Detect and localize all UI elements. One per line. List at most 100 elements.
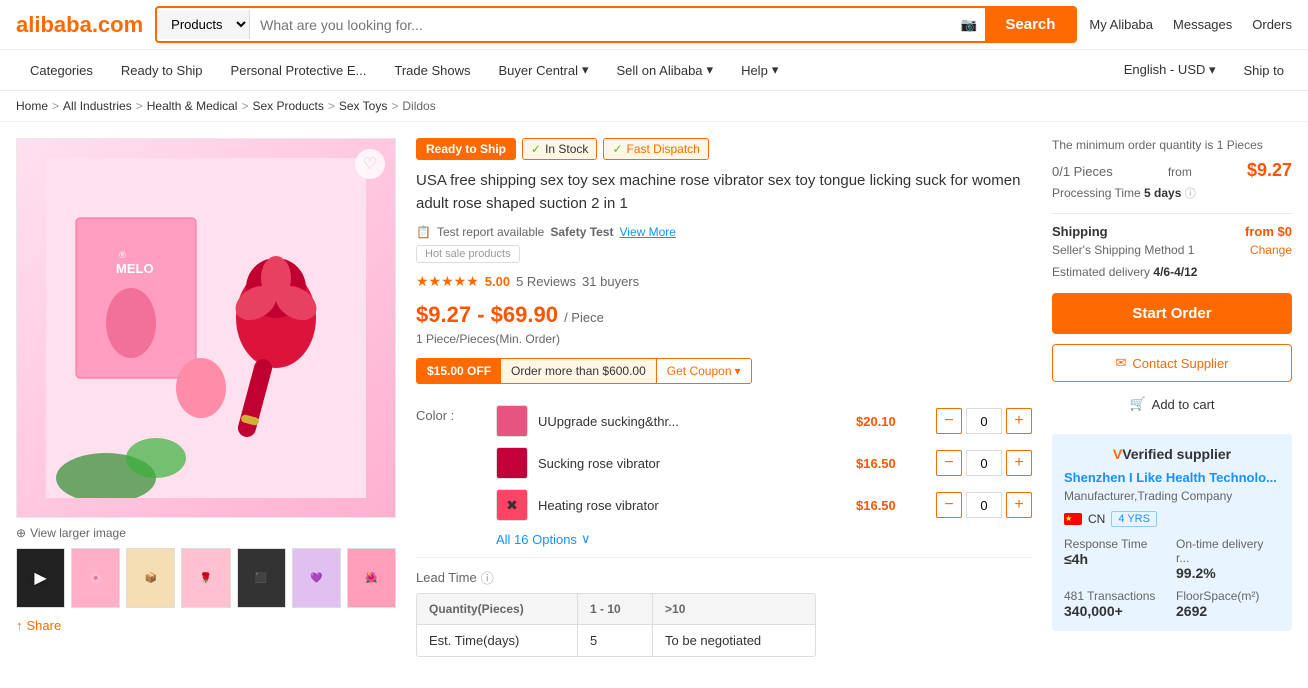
coupon-off-label: $15.00 OFF bbox=[417, 359, 501, 383]
camera-search-button[interactable]: 📷 bbox=[953, 11, 986, 39]
review-count: 5 Reviews bbox=[516, 274, 576, 289]
qty-increase-3[interactable]: + bbox=[1006, 492, 1032, 518]
estimated-delivery: Estimated delivery 4/6-4/12 bbox=[1052, 265, 1292, 279]
min-qty-text: The minimum order quantity is 1 Pieces bbox=[1052, 138, 1292, 152]
product-badges: Ready to Ship ✓ In Stock ✓ Fast Dispatch bbox=[416, 138, 1032, 160]
breadcrumb-industries[interactable]: All Industries bbox=[63, 99, 132, 113]
product-images-panel: MELO ® bbox=[16, 138, 396, 657]
lead-time-section: Lead Time ⓘ Quantity(Pieces) 1 - 10 >10 … bbox=[416, 568, 1032, 657]
color-option-2: Sucking rose vibrator $16.50 − + bbox=[496, 442, 1032, 484]
share-button[interactable]: ↑ Share bbox=[16, 618, 396, 633]
breadcrumb-sex-products[interactable]: Sex Products bbox=[252, 99, 323, 113]
qty-decrease-2[interactable]: − bbox=[936, 450, 962, 476]
main-product-image: MELO ® bbox=[16, 138, 396, 518]
product-image-display: MELO ® bbox=[17, 139, 395, 517]
color-swatch-3[interactable]: ✖ bbox=[496, 489, 528, 521]
nav-ready-to-ship[interactable]: Ready to Ship bbox=[107, 51, 217, 90]
qty-decrease-1[interactable]: − bbox=[936, 408, 962, 434]
table-cell-negotiated: To be negotiated bbox=[653, 625, 815, 657]
qty-input-3[interactable] bbox=[966, 492, 1002, 518]
main-content: MELO ® bbox=[0, 122, 1308, 673]
thumbnail-video[interactable] bbox=[16, 548, 65, 608]
search-input[interactable] bbox=[250, 11, 953, 39]
table-cell-5-days: 5 bbox=[578, 625, 653, 657]
thumbnail-1[interactable]: 🌸 bbox=[71, 548, 120, 608]
language-selector[interactable]: English - USD ▾ bbox=[1116, 50, 1224, 90]
color-name-1: UUpgrade sucking&thr... bbox=[538, 414, 846, 429]
nav-personal-protective[interactable]: Personal Protective E... bbox=[217, 51, 381, 90]
svg-text:®: ® bbox=[119, 250, 126, 260]
view-more-link[interactable]: View More bbox=[619, 225, 675, 239]
logo: alibaba.com bbox=[16, 12, 143, 38]
nav-categories[interactable]: Categories bbox=[16, 51, 107, 90]
contact-supplier-button[interactable]: ✉ Contact Supplier bbox=[1052, 344, 1292, 382]
header: alibaba.com Products 📷 Search My Alibaba… bbox=[0, 0, 1308, 50]
order-panel: The minimum order quantity is 1 Pieces 0… bbox=[1052, 138, 1292, 657]
qty-input-1[interactable] bbox=[966, 408, 1002, 434]
rating-score: 5.00 bbox=[485, 274, 510, 289]
table-header-qty: Quantity(Pieces) bbox=[417, 594, 578, 625]
breadcrumb-health-medical[interactable]: Health & Medical bbox=[147, 99, 238, 113]
supplier-name-link[interactable]: Shenzhen I Like Health Technolo... bbox=[1064, 470, 1280, 485]
color-swatch-1[interactable] bbox=[496, 405, 528, 437]
search-button[interactable]: Search bbox=[985, 8, 1075, 41]
start-order-button[interactable]: Start Order bbox=[1052, 293, 1292, 334]
shipping-method-row: Seller's Shipping Method 1 Change bbox=[1052, 243, 1292, 257]
qty-increase-1[interactable]: + bbox=[1006, 408, 1032, 434]
min-order: 1 Piece/Pieces(Min. Order) bbox=[416, 332, 1032, 346]
nav-help[interactable]: Help ▾ bbox=[727, 50, 792, 90]
thumbnail-2[interactable]: 📦 bbox=[126, 548, 175, 608]
thumbnails-strip: 🌸 📦 🌹 ⬛ 💜 🌺 bbox=[16, 548, 396, 608]
shipping-row: Shipping from $0 bbox=[1052, 224, 1292, 239]
product-illustration: MELO ® bbox=[46, 158, 366, 498]
supplier-type: Manufacturer,Trading Company bbox=[1064, 489, 1280, 503]
thumbnail-5[interactable]: 💜 bbox=[292, 548, 341, 608]
breadcrumb-sex-toys[interactable]: Sex Toys bbox=[339, 99, 387, 113]
messages-link[interactable]: Messages bbox=[1173, 17, 1232, 32]
thumbnail-3[interactable]: 🌹 bbox=[181, 548, 230, 608]
search-bar: Products 📷 Search bbox=[155, 6, 1077, 43]
country-flag bbox=[1064, 513, 1082, 525]
wishlist-button[interactable]: ♡ bbox=[355, 149, 385, 179]
color-options-list: UUpgrade sucking&thr... $20.10 − + Sucki… bbox=[496, 400, 1032, 547]
qty-control-2: − + bbox=[936, 450, 1032, 476]
svg-text:MELO: MELO bbox=[116, 261, 154, 276]
qty-decrease-3[interactable]: − bbox=[936, 492, 962, 518]
orders-link[interactable]: Orders bbox=[1252, 17, 1292, 32]
qty-increase-2[interactable]: + bbox=[1006, 450, 1032, 476]
breadcrumb-home[interactable]: Home bbox=[16, 99, 48, 113]
stat-ontime-delivery: On-time delivery r... 99.2% bbox=[1176, 537, 1280, 581]
view-larger-link[interactable]: ⊕ View larger image bbox=[16, 526, 396, 540]
shipping-change-link[interactable]: Change bbox=[1250, 243, 1292, 257]
verified-supplier-panel: VVerified supplier Shenzhen I Like Healt… bbox=[1052, 434, 1292, 631]
supplier-stats: Response Time ≤4h On-time delivery r... … bbox=[1064, 537, 1280, 619]
search-category-select[interactable]: Products bbox=[157, 10, 250, 39]
table-cell-est-time: Est. Time(days) bbox=[417, 625, 578, 657]
all-options-link[interactable]: All 16 Options ∨ bbox=[496, 531, 1032, 547]
star-rating: ★★★★★ bbox=[416, 273, 479, 290]
thumbnail-6[interactable]: 🌺 bbox=[347, 548, 396, 608]
nav-buyer-central[interactable]: Buyer Central ▾ bbox=[485, 50, 603, 90]
stat-response-time: Response Time ≤4h bbox=[1064, 537, 1168, 581]
badge-in-stock: ✓ In Stock bbox=[522, 138, 597, 160]
table-row: Est. Time(days) 5 To be negotiated bbox=[417, 625, 815, 657]
thumbnail-4[interactable]: ⬛ bbox=[237, 548, 286, 608]
add-to-cart-button[interactable]: 🛒 Add to cart bbox=[1052, 390, 1292, 418]
stat-transactions: 481 Transactions 340,000+ bbox=[1064, 589, 1168, 619]
table-header-1-10: 1 - 10 bbox=[578, 594, 653, 625]
color-price-3: $16.50 bbox=[856, 498, 926, 513]
nav-trade-shows[interactable]: Trade Shows bbox=[380, 51, 484, 90]
get-coupon-button[interactable]: Get Coupon ▾ bbox=[656, 359, 751, 383]
color-swatch-2[interactable] bbox=[496, 447, 528, 479]
color-name-2: Sucking rose vibrator bbox=[538, 456, 846, 471]
my-alibaba-link[interactable]: My Alibaba bbox=[1089, 17, 1153, 32]
qty-input-2[interactable] bbox=[966, 450, 1002, 476]
country-code: CN bbox=[1088, 512, 1105, 526]
nav-sell-on-alibaba[interactable]: Sell on Alibaba ▾ bbox=[603, 50, 728, 90]
product-details-panel: Ready to Ship ✓ In Stock ✓ Fast Dispatch… bbox=[416, 138, 1032, 657]
qty-price-row: 0/1 Pieces from $9.27 bbox=[1052, 160, 1292, 181]
price-range: $9.27 - $69.90 / Piece bbox=[416, 302, 1032, 328]
product-rating: ★★★★★ 5.00 5 Reviews 31 buyers bbox=[416, 273, 1032, 290]
ship-to[interactable]: Ship to bbox=[1236, 51, 1292, 90]
product-title: USA free shipping sex toy sex machine ro… bbox=[416, 170, 1032, 215]
